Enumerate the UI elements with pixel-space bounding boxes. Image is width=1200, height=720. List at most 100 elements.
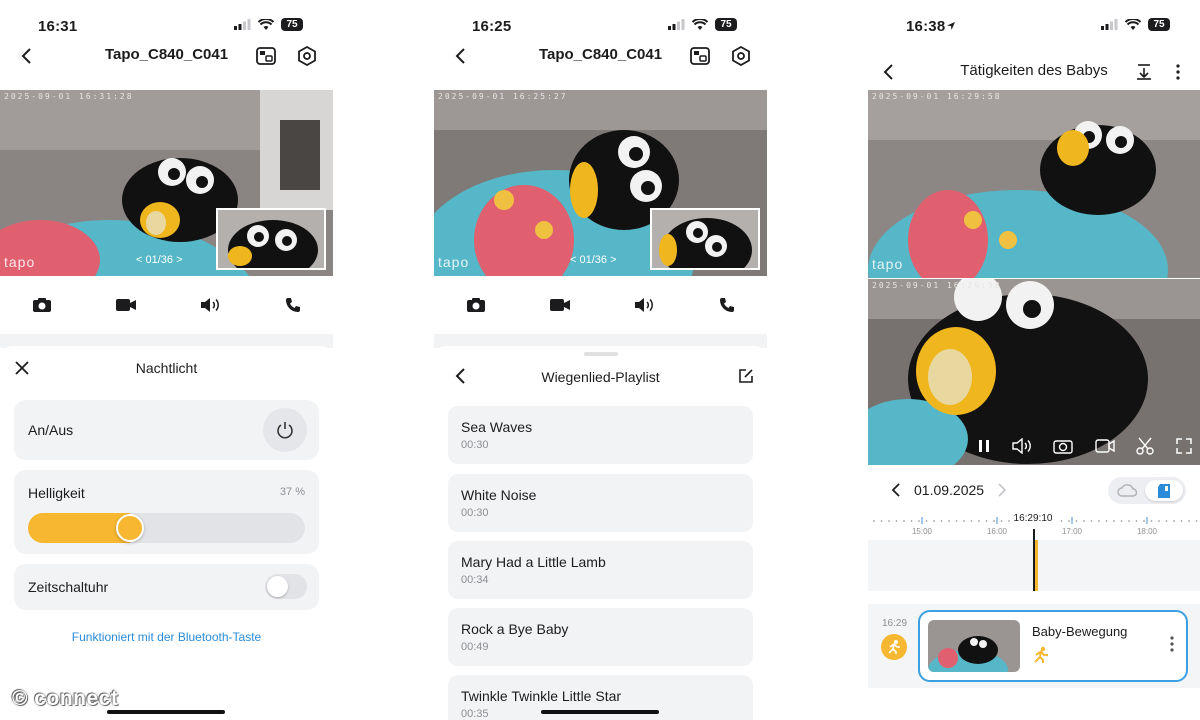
more-button[interactable] <box>1166 60 1190 84</box>
picture-in-picture[interactable] <box>650 208 760 270</box>
settings-icon <box>732 46 750 66</box>
battery-indicator: 75 <box>281 18 303 31</box>
recording-view-wide[interactable]: 2025-09-01 16:29:58 tapo <box>868 90 1200 278</box>
cloud-option[interactable] <box>1116 482 1138 499</box>
status-time: 16:25 <box>472 18 512 35</box>
timeline-dot <box>1135 520 1138 522</box>
song-duration: 00:35 <box>461 708 489 720</box>
timeline-dot <box>1158 520 1160 522</box>
song-item[interactable]: Sea Waves 00:30 <box>448 406 753 464</box>
sheet-grabber[interactable] <box>584 352 618 356</box>
video-record-icon[interactable] <box>115 298 137 312</box>
video-timestamp-zoom: 2025-09-01 16:29:58 <box>872 281 1002 290</box>
song-item[interactable]: White Noise 00:30 <box>448 474 753 532</box>
timeline-dot <box>978 520 980 522</box>
wifi-icon <box>692 18 708 30</box>
tapo-logo: tapo <box>438 254 470 270</box>
camera-icon[interactable] <box>32 297 52 313</box>
timer-card: Zeitschaltuhr <box>14 564 319 610</box>
timeline[interactable]: 15:00 16:00 17:00 18:00 16:29:10 <box>868 509 1200 591</box>
nightlight-sheet: Nachtlicht An/Aus Helligkeit 37 % Zeitsc… <box>0 346 333 720</box>
cloud-icon <box>1117 484 1137 497</box>
home-indicator <box>541 710 659 714</box>
speaker-icon[interactable] <box>200 297 222 313</box>
toggle-knob <box>267 576 288 597</box>
video-record-icon[interactable] <box>1095 439 1115 453</box>
timer-toggle[interactable] <box>265 574 307 599</box>
picture-in-picture[interactable] <box>216 208 326 270</box>
chevron-left-icon <box>891 483 900 497</box>
recording-view-zoom[interactable]: 2025-09-01 16:29:58 <box>868 279 1200 465</box>
speaker-icon[interactable] <box>1011 438 1032 454</box>
video-record-icon[interactable] <box>549 298 571 312</box>
brightness-thumb[interactable] <box>116 514 144 542</box>
song-duration: 00:30 <box>461 507 489 519</box>
event-card[interactable]: Baby-Bewegung <box>918 610 1188 682</box>
storage-switch[interactable] <box>1108 477 1186 504</box>
brightness-card: Helligkeit 37 % <box>14 470 319 554</box>
more-icon <box>1170 636 1174 652</box>
video-counter[interactable]: < 01/36 > <box>570 254 617 266</box>
scissors-icon[interactable] <box>1136 437 1155 455</box>
home-indicator <box>107 710 225 714</box>
page-title: Tapo_C840_C041 <box>538 46 663 63</box>
timeline-dot <box>1075 520 1078 522</box>
timeline-dot <box>940 520 943 522</box>
song-title: Sea Waves <box>461 419 533 435</box>
brightness-label: Helligkeit <box>28 485 85 501</box>
timeline-dot <box>1165 520 1168 522</box>
phone-icon[interactable] <box>285 297 301 313</box>
nav-bar: Tapo_C840_C041 <box>0 36 333 76</box>
live-video[interactable]: 2025-09-01 16:31:28 tapo < 01/36 > <box>0 90 333 276</box>
event-type-badge <box>881 634 907 660</box>
song-title: White Noise <box>461 487 537 503</box>
song-duration: 00:34 <box>461 574 489 586</box>
live-video[interactable]: 2025-09-01 16:25:27 tapo < 01/36 > <box>434 90 767 276</box>
song-title: Mary Had a Little Lamb <box>461 554 606 570</box>
download-button[interactable] <box>1132 60 1156 84</box>
pip-frame <box>652 210 758 268</box>
bluetooth-link[interactable]: Funktioniert mit der Bluetooth-Taste <box>0 630 333 644</box>
timeline-dot <box>1180 520 1183 522</box>
prev-day-button[interactable] <box>884 478 908 502</box>
status-icons: 75 <box>668 18 737 31</box>
song-title: Rock a Bye Baby <box>461 621 569 637</box>
timeline-dot <box>933 520 935 522</box>
timeline-dot <box>993 520 995 522</box>
camera-icon[interactable] <box>1053 438 1073 454</box>
camera-icon[interactable] <box>466 297 486 313</box>
fullscreen-icon[interactable] <box>1176 438 1192 454</box>
layout-icon <box>256 47 276 65</box>
event-time: 16:29 <box>882 618 908 629</box>
sd-card-option[interactable] <box>1145 480 1183 501</box>
watermark: © connect <box>12 687 119 710</box>
song-item[interactable]: Mary Had a Little Lamb 00:34 <box>448 541 753 599</box>
timeline-dot <box>985 520 988 522</box>
song-duration: 00:49 <box>461 641 489 653</box>
status-time: 16:38 <box>906 18 946 35</box>
power-button[interactable] <box>263 408 307 452</box>
brightness-fill <box>28 513 130 543</box>
edit-button[interactable] <box>734 364 758 388</box>
phone-icon[interactable] <box>719 297 735 313</box>
event-more-button[interactable] <box>1170 636 1174 657</box>
video-counter[interactable]: < 01/36 > <box>136 254 183 266</box>
layout-button[interactable] <box>688 44 712 68</box>
pause-icon[interactable] <box>978 439 990 453</box>
timeline-dot <box>1173 520 1175 522</box>
layout-button[interactable] <box>254 44 278 68</box>
motion-icon <box>888 640 900 654</box>
brightness-slider[interactable] <box>28 513 305 543</box>
video-timestamp: 2025-09-01 16:29:58 <box>872 92 1002 101</box>
signal-icon <box>668 19 685 30</box>
settings-button[interactable] <box>729 44 753 68</box>
camera-controls <box>434 276 767 334</box>
song-item[interactable]: Rock a Bye Baby 00:49 <box>448 608 753 666</box>
settings-button[interactable] <box>295 44 319 68</box>
timeline-dot <box>903 520 905 522</box>
speaker-icon[interactable] <box>634 297 656 313</box>
signal-icon <box>1101 19 1118 30</box>
playback-controls <box>978 435 1192 457</box>
next-day-button[interactable] <box>990 478 1014 502</box>
date-label[interactable]: 01.09.2025 <box>914 482 984 498</box>
